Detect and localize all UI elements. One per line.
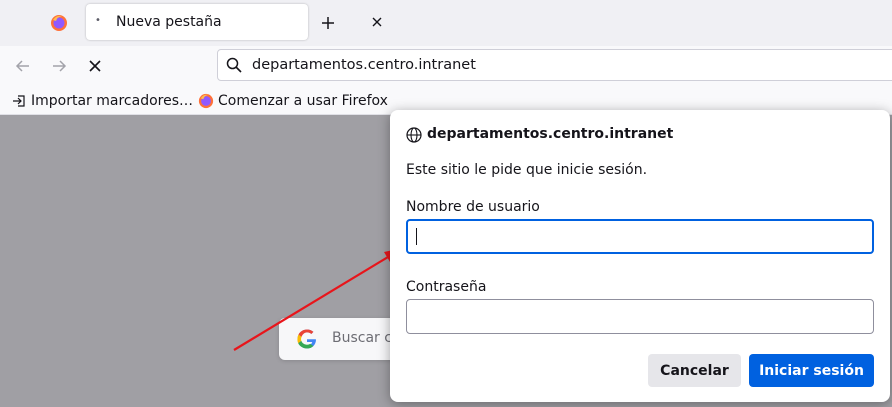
url-text[interactable]: departamentos.centro.intranet: [252, 57, 476, 73]
dialog-host: departamentos.centro.intranet: [427, 126, 674, 142]
tab-title: Nueva pestaña: [116, 14, 222, 30]
navigation-toolbar: departamentos.centro.intranet: [0, 46, 892, 86]
import-icon: [11, 93, 27, 109]
dialog-message: Este sitio le pide que inicie sesión.: [406, 162, 648, 178]
back-button[interactable]: [8, 51, 38, 81]
bookmark-label: Importar marcadores…: [31, 93, 193, 109]
bookmark-getting-started[interactable]: Comenzar a usar Firefox: [198, 91, 388, 111]
close-icon: [372, 17, 382, 27]
google-icon: [297, 329, 316, 349]
google-search-placeholder: Buscar co: [332, 330, 392, 346]
arrow-right-icon: [53, 60, 67, 72]
globe-icon: [406, 127, 422, 143]
tab-dot: •: [95, 15, 101, 26]
close-icon: [89, 60, 101, 72]
auth-dialog: departamentos.centro.intranet Este sitio…: [390, 110, 890, 402]
firefox-icon: [51, 15, 67, 31]
text-caret: [416, 228, 417, 245]
arrow-left-icon: [15, 60, 29, 72]
stop-button[interactable]: [80, 51, 110, 81]
cancel-button[interactable]: Cancelar: [648, 354, 741, 387]
url-bar[interactable]: departamentos.centro.intranet: [217, 49, 892, 81]
tab-new-tab[interactable]: • Nueva pestaña: [86, 4, 382, 40]
firefox-view-button[interactable]: [44, 8, 74, 38]
username-input[interactable]: [406, 219, 874, 254]
forward-button[interactable]: [44, 51, 74, 81]
firefox-icon: [198, 93, 214, 109]
tab-close-button[interactable]: [362, 4, 392, 40]
tab-strip: • Nueva pestaña: [0, 0, 892, 46]
password-input[interactable]: [406, 299, 874, 334]
login-button[interactable]: Iniciar sesión: [749, 354, 874, 387]
plus-icon: [322, 17, 334, 29]
new-tab-button[interactable]: [314, 9, 342, 37]
password-label: Contraseña: [406, 279, 487, 295]
bookmark-label: Comenzar a usar Firefox: [218, 93, 388, 109]
bookmark-import[interactable]: Importar marcadores…: [11, 91, 193, 111]
username-label: Nombre de usuario: [406, 199, 540, 215]
search-icon: [226, 57, 242, 77]
